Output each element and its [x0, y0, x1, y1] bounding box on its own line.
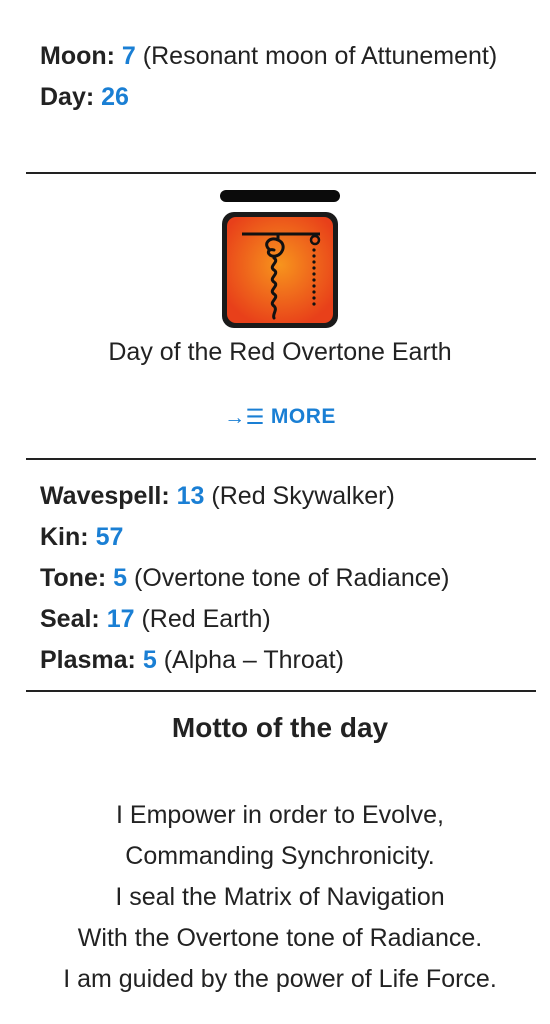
plasma-label: Plasma: — [40, 646, 136, 674]
tone-value: 5 — [113, 564, 128, 592]
wavespell-value: 13 — [176, 482, 205, 510]
motto-line: I Empower in order to Evolve, — [116, 801, 444, 829]
moon-description: (Resonant moon of Attunement) — [142, 42, 498, 70]
tone-description: (Overtone tone of Radiance) — [134, 564, 450, 592]
motto-line: I seal the Matrix of Navigation — [115, 883, 445, 911]
motto-title: Motto of the day — [171, 712, 389, 743]
motto-line: Commanding Synchronicity. — [125, 842, 435, 870]
day-name: Day of the Red Overtone Earth — [108, 338, 452, 366]
kin-details: Wavespell: 13 (Red Skywalker) Kin: 57 To… — [40, 476, 540, 681]
day-label: Day: — [40, 83, 95, 111]
kin-label: Kin: — [40, 523, 89, 551]
seal-value: 17 — [106, 605, 135, 633]
kin-row: Kin: 57 — [40, 517, 540, 558]
tone-label: Tone: — [40, 564, 107, 592]
tone-row: Tone: 5 (Overtone tone of Radiance) — [40, 558, 540, 599]
more-button[interactable]: →☰ MORE — [205, 400, 355, 434]
glyph — [220, 190, 340, 332]
moon-value: 7 — [121, 42, 136, 70]
calendar-summary: Moon: 7 (Resonant moon of Attunement) Da… — [40, 36, 520, 118]
seal-description: (Red Earth) — [141, 605, 271, 633]
more-button-label: MORE — [270, 405, 336, 428]
moon-row: Moon: 7 (Resonant moon of Attunement) — [40, 36, 520, 77]
moon-label: Moon: — [40, 42, 115, 70]
plasma-value: 5 — [142, 646, 157, 674]
divider — [26, 172, 536, 174]
wavespell-label: Wavespell: — [40, 482, 170, 510]
seal-label: Seal: — [40, 605, 100, 633]
divider — [26, 458, 536, 460]
kin-value: 57 — [95, 523, 124, 551]
motto-text: I Empower in order to Evolve, Commanding… — [0, 795, 550, 1000]
motto-line: With the Overtone tone of Radiance. — [77, 924, 483, 952]
wavespell-description: (Red Skywalker) — [211, 482, 395, 510]
day-value: 26 — [101, 83, 129, 111]
plasma-row: Plasma: 5 (Alpha – Throat) — [40, 640, 540, 681]
seal-row: Seal: 17 (Red Earth) — [40, 599, 540, 640]
day-row: Day: 26 — [40, 77, 520, 118]
wavespell-row: Wavespell: 13 (Red Skywalker) — [40, 476, 540, 517]
tone-bar — [220, 190, 340, 202]
plasma-description: (Alpha – Throat) — [163, 646, 344, 674]
divider — [26, 690, 536, 692]
arrow-list-icon: →☰ — [224, 405, 265, 429]
red-earth-seal-icon — [222, 212, 338, 328]
motto-line: I am guided by the power of Life Force. — [63, 965, 497, 993]
